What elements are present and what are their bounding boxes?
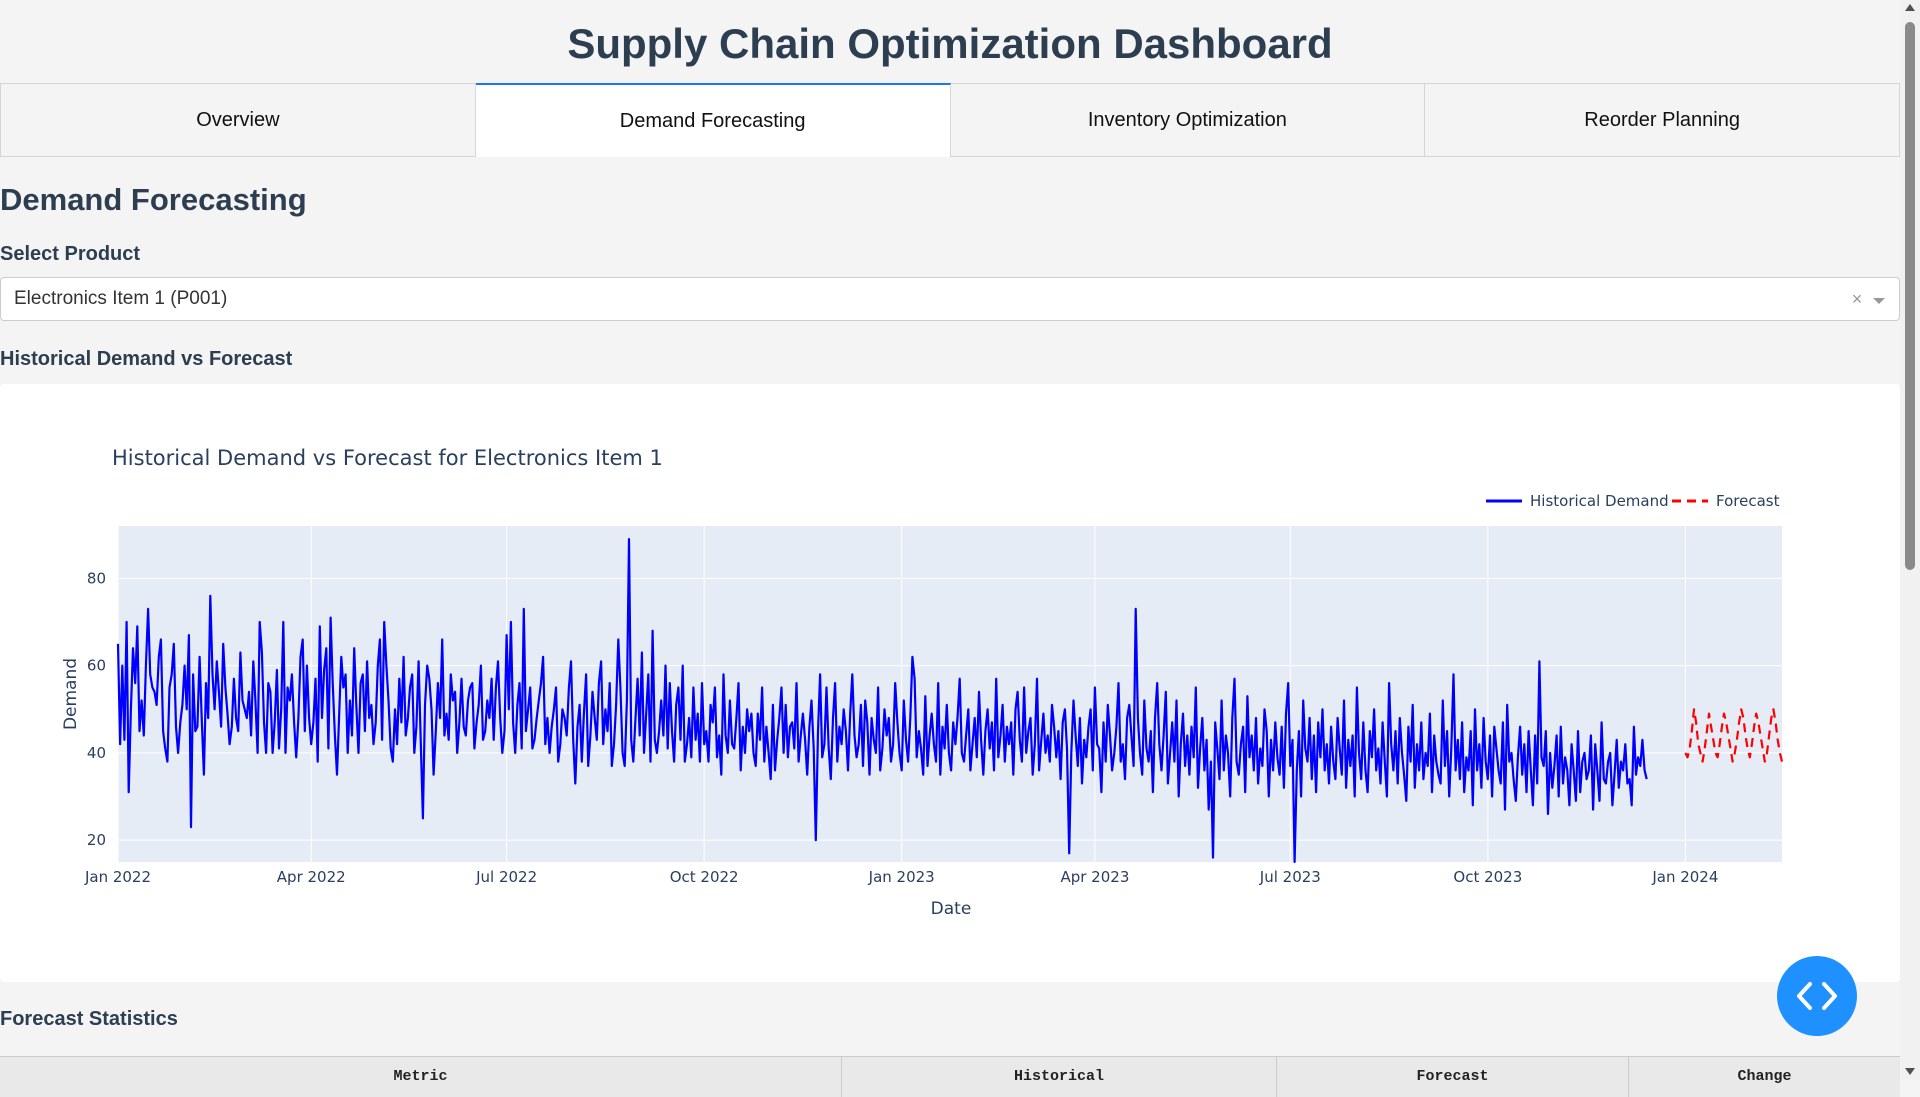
column-forecast[interactable]: Forecast xyxy=(1277,1057,1629,1097)
stats-table-header: Metric Historical Forecast Change xyxy=(0,1056,1900,1097)
y-axis-title: Demand xyxy=(61,658,81,730)
x-tick-label: Jan 2024 xyxy=(1651,868,1718,886)
x-tick-label: Apr 2023 xyxy=(1060,868,1129,886)
section-title: Demand Forecasting xyxy=(0,182,307,217)
demand-chart: Historical Demand vs Forecast for Electr… xyxy=(61,446,1784,919)
column-historical[interactable]: Historical xyxy=(842,1057,1277,1097)
y-tick-label: 20 xyxy=(87,831,106,849)
code-brackets-icon xyxy=(1797,982,1837,1010)
x-tick-label: Jul 2022 xyxy=(475,868,537,886)
y-tick-label: 40 xyxy=(87,744,106,762)
column-metric[interactable]: Metric xyxy=(0,1057,842,1097)
y-tick-label: 60 xyxy=(87,657,106,675)
x-axis-title: Date xyxy=(931,899,972,919)
dashboard-title: Supply Chain Optimization Dashboard xyxy=(567,20,1333,67)
y-tick-label: 80 xyxy=(87,569,106,587)
select-product-label: Select Product xyxy=(0,243,141,265)
chart-legend: Historical Demand Forecast xyxy=(1486,492,1780,510)
tab-reorder-planning[interactable]: Reorder Planning xyxy=(1425,83,1900,157)
column-change[interactable]: Change xyxy=(1629,1057,1900,1097)
dashboard-page: Supply Chain Optimization Dashboard Over… xyxy=(0,0,1900,1097)
tab-overview[interactable]: Overview xyxy=(0,83,476,157)
scroll-down-icon[interactable] xyxy=(1905,1068,1915,1075)
chart-card: Historical Demand vs Forecast for Electr… xyxy=(0,384,1900,982)
tab-demand-forecasting[interactable]: Demand Forecasting xyxy=(475,83,951,157)
tab-bar: Overview Demand Forecasting Inventory Op… xyxy=(0,83,1900,157)
x-tick-label: Oct 2022 xyxy=(670,868,739,886)
clear-icon[interactable]: × xyxy=(1847,289,1867,310)
product-select[interactable]: Electronics Item 1 (P001) × xyxy=(0,277,1900,321)
x-tick-label: Jan 2023 xyxy=(868,868,935,886)
x-tick-label: Jul 2023 xyxy=(1259,868,1321,886)
chart-heading: Historical Demand vs Forecast xyxy=(0,348,293,370)
legend-historical-label: Historical Demand xyxy=(1530,492,1669,510)
scrollbar-thumb[interactable] xyxy=(1905,22,1915,570)
chevron-down-icon[interactable] xyxy=(1873,297,1885,304)
x-tick-label: Jan 2022 xyxy=(84,868,151,886)
scroll-up-icon[interactable] xyxy=(1905,4,1915,11)
x-tick-label: Apr 2022 xyxy=(277,868,346,886)
tab-inventory-optimization[interactable]: Inventory Optimization xyxy=(950,83,1426,157)
code-toggle-button[interactable] xyxy=(1777,956,1857,1036)
x-tick-label: Oct 2023 xyxy=(1453,868,1522,886)
legend-forecast-label: Forecast xyxy=(1716,492,1780,510)
chart-title: Historical Demand vs Forecast for Electr… xyxy=(112,446,663,470)
product-select-value: Electronics Item 1 (P001) xyxy=(14,288,228,309)
forecast-statistics-heading: Forecast Statistics xyxy=(0,1008,178,1030)
